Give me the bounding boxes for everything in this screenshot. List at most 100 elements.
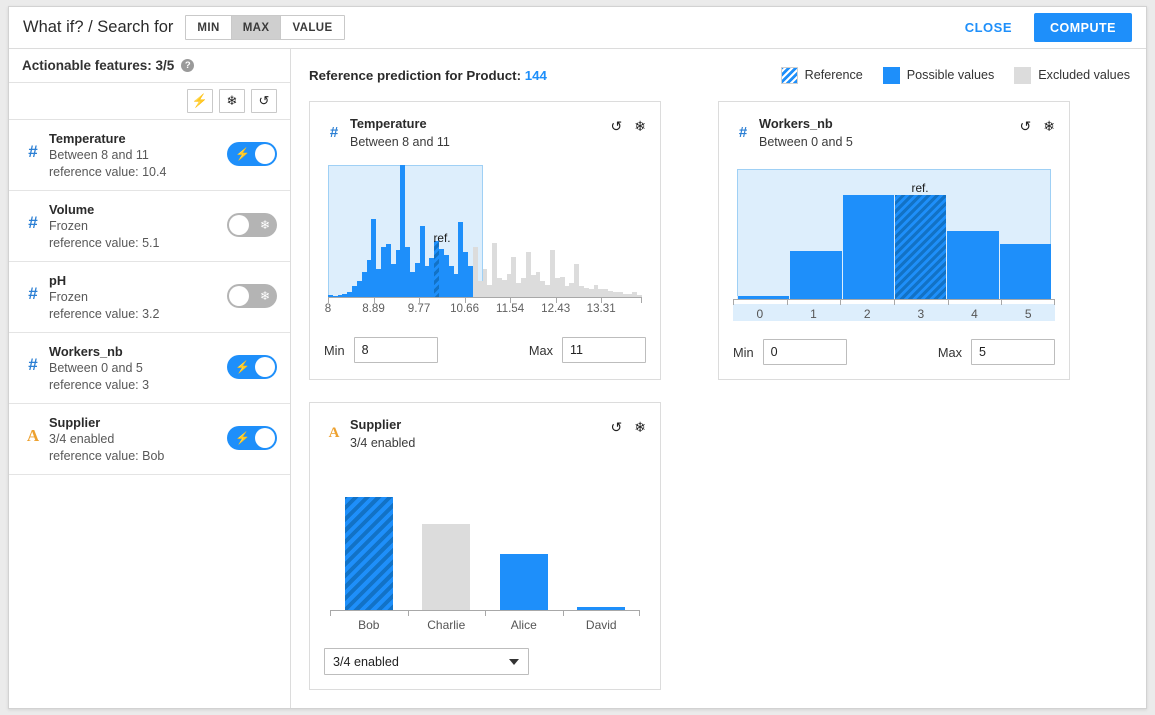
reference-prediction-value: 144 xyxy=(524,67,547,83)
compute-button[interactable]: COMPUTE xyxy=(1034,13,1132,42)
app-root: What if? / Search for MIN MAX VALUE CLOS… xyxy=(0,0,1155,715)
feature-row-supplier[interactable]: A Supplier 3/4 enabled reference value: … xyxy=(9,404,290,475)
category-bars xyxy=(330,482,640,610)
reference-annotation: ref. xyxy=(433,231,451,245)
legend-label: Reference xyxy=(804,68,863,82)
feature-name: Volume xyxy=(49,202,95,217)
reference-swatch-icon xyxy=(780,66,798,84)
category-bar xyxy=(344,497,393,610)
feature-reference: reference value: 10.4 xyxy=(49,165,167,179)
feature-texts: Temperature Between 8 and 11 reference v… xyxy=(44,130,227,181)
reset-icon[interactable]: ↺ xyxy=(611,420,623,434)
freeze-icon[interactable]: ❄ xyxy=(1043,119,1055,133)
x-axis xyxy=(733,299,1055,305)
possible-values-swatch-icon xyxy=(882,66,900,84)
reset-icon[interactable]: ↺ xyxy=(1020,119,1032,133)
search-mode-segmented-control[interactable]: MIN MAX VALUE xyxy=(185,15,345,40)
feature-range: Frozen xyxy=(49,290,88,304)
mode-value-button[interactable]: VALUE xyxy=(281,16,344,39)
numeric-type-icon: # xyxy=(329,124,339,141)
histogram-area: ref. xyxy=(328,165,642,297)
histogram-bar xyxy=(998,244,1051,299)
freeze-icon[interactable]: ❄ xyxy=(634,119,646,133)
freeze-all-icon[interactable]: ❄ xyxy=(219,89,245,113)
reset-icon[interactable]: ↺ xyxy=(611,119,623,133)
card-workers-nb: # Workers_nb Between 0 and 5 ↺ ❄ ref. 0 … xyxy=(718,101,1070,380)
card-actions: ↺ ❄ xyxy=(611,115,646,133)
card-subtitle: Between 0 and 5 xyxy=(759,135,853,149)
card-title: Temperature xyxy=(350,116,427,131)
temperature-histogram[interactable]: ref. 8 8.89 9.77 10.66 11.54 12.43 13.31 xyxy=(324,165,646,319)
snowflake-icon: ❄ xyxy=(259,289,270,303)
feature-toggle[interactable]: ⚡ xyxy=(227,355,277,379)
mode-max-button[interactable]: MAX xyxy=(231,16,282,39)
x-tick-label: 5 xyxy=(1024,307,1032,321)
min-input[interactable] xyxy=(353,337,438,363)
x-tick xyxy=(407,611,409,616)
feature-toggle[interactable]: ❄ xyxy=(227,284,277,308)
feature-texts: Volume Frozen reference value: 5.1 xyxy=(44,201,227,252)
enable-all-icon[interactable]: ⚡ xyxy=(187,89,213,113)
histogram-column xyxy=(737,169,790,299)
feature-toggle[interactable]: ⚡ xyxy=(227,142,277,166)
feature-row-volume[interactable]: # Volume Frozen reference value: 5.1 ❄ xyxy=(9,191,290,262)
feature-name: Temperature xyxy=(49,131,126,146)
workers-nb-histogram[interactable]: ref. 0 1 2 3 4 5 xyxy=(733,169,1055,321)
x-tick-label: 0 xyxy=(756,307,764,321)
category-column[interactable] xyxy=(563,482,641,610)
card-title: Supplier xyxy=(350,417,402,432)
toggle-knob xyxy=(229,215,249,235)
supplier-enabled-select[interactable]: 3/4 enabled xyxy=(324,648,529,675)
x-tick-label: 12.43 xyxy=(541,302,571,315)
mode-min-button[interactable]: MIN xyxy=(186,16,232,39)
main-header: Reference prediction for Product: 144 Re… xyxy=(309,61,1130,89)
reference-annotation: ref. xyxy=(911,181,929,195)
category-column[interactable] xyxy=(408,482,486,610)
feature-reference: reference value: 3 xyxy=(49,378,150,392)
close-button[interactable]: CLOSE xyxy=(965,20,1012,35)
toggle-knob xyxy=(255,144,275,164)
card-subtitle: 3/4 enabled xyxy=(350,436,416,450)
histogram-bar xyxy=(737,296,790,299)
max-input[interactable] xyxy=(562,337,646,363)
x-tick-label: 2 xyxy=(863,307,871,321)
min-input[interactable] xyxy=(762,339,847,365)
x-tick-label: Alice xyxy=(510,618,537,632)
chevron-down-icon xyxy=(509,658,519,665)
category-column[interactable] xyxy=(330,482,408,610)
feature-row-workers-nb[interactable]: # Workers_nb Between 0 and 5 reference v… xyxy=(9,333,290,404)
x-tick-label: 8 xyxy=(324,302,332,315)
x-tick xyxy=(947,300,949,305)
freeze-icon[interactable]: ❄ xyxy=(634,420,646,434)
supplier-bar-chart[interactable] xyxy=(330,482,640,610)
lightning-icon: ⚡ xyxy=(235,147,250,161)
min-group: Min xyxy=(324,337,438,363)
feature-name: pH xyxy=(49,273,67,288)
max-label: Max xyxy=(528,342,553,358)
category-bar xyxy=(499,553,548,610)
x-tick xyxy=(330,611,331,616)
min-label: Min xyxy=(324,342,345,358)
feature-name: Supplier xyxy=(49,415,101,430)
temperature-range-inputs: Min Max xyxy=(324,337,646,363)
histogram-column xyxy=(946,169,999,299)
max-input[interactable] xyxy=(971,339,1055,365)
feature-texts: pH Frozen reference value: 3.2 xyxy=(44,272,227,323)
feature-toggle[interactable]: ⚡ xyxy=(227,426,277,450)
feature-toggle[interactable]: ❄ xyxy=(227,213,277,237)
max-label: Max xyxy=(937,344,962,360)
feature-reference: reference value: 3.2 xyxy=(49,307,160,321)
reset-all-icon[interactable]: ↺ xyxy=(251,89,277,113)
x-tick-labels: Bob Charlie Alice David xyxy=(330,615,640,632)
feature-row-temperature[interactable]: # Temperature Between 8 and 11 reference… xyxy=(9,120,290,191)
card-header: # Temperature Between 8 and 11 ↺ ❄ xyxy=(324,115,646,151)
feature-row-ph[interactable]: # pH Frozen reference value: 3.2 ❄ xyxy=(9,262,290,333)
toggle-knob xyxy=(255,428,275,448)
help-icon[interactable]: ? xyxy=(181,59,195,72)
panel-body: Actionable features: 3/5 ? ⚡ ❄ ↺ # Tempe… xyxy=(9,49,1146,708)
legend-label: Possible values xyxy=(906,68,995,82)
category-column[interactable] xyxy=(485,482,563,610)
x-tick-labels: 0 1 2 3 4 5 xyxy=(733,304,1055,321)
feature-name: Workers_nb xyxy=(49,344,123,359)
actionable-features-sidebar: Actionable features: 3/5 ? ⚡ ❄ ↺ # Tempe… xyxy=(9,49,291,708)
